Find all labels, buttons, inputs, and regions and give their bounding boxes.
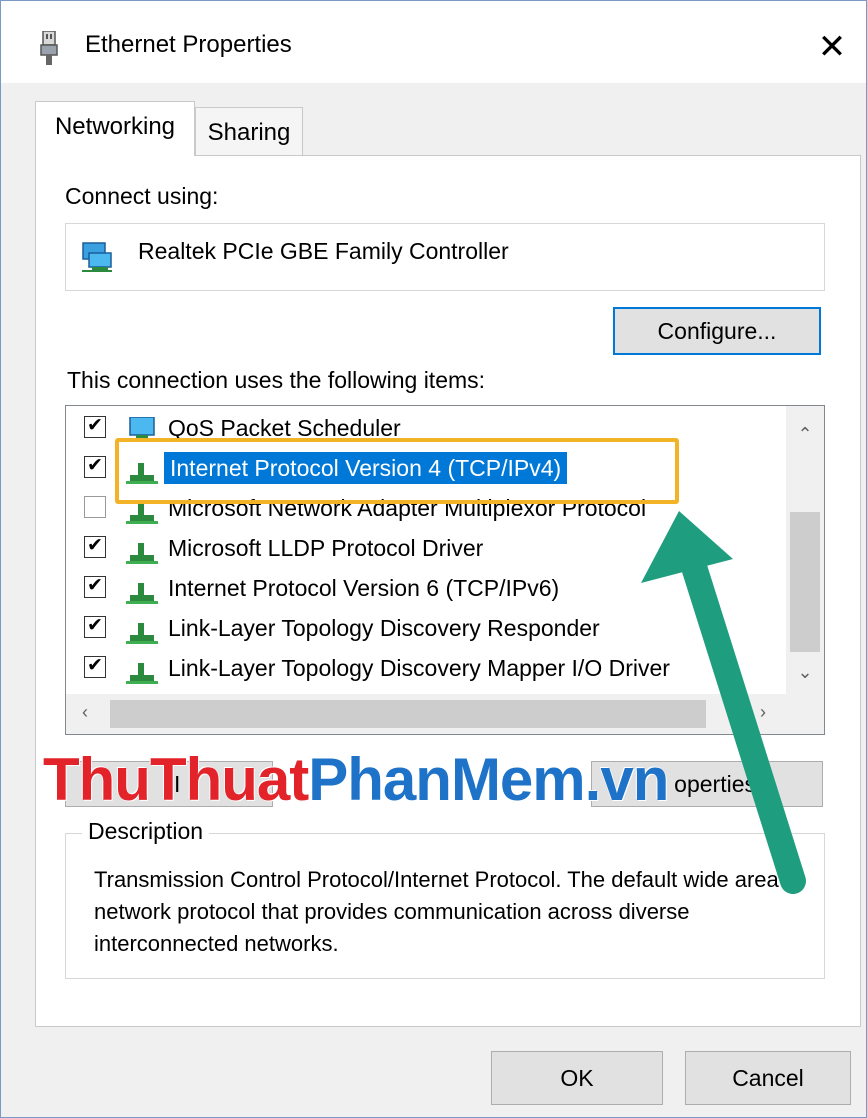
item-checkbox[interactable]: ✔: [84, 416, 106, 438]
items-label: This connection uses the following items…: [67, 367, 486, 393]
network-adapter-icon: [82, 242, 112, 272]
item-label: Link-Layer Topology Discovery Mapper I/O…: [168, 655, 670, 681]
configure-button[interactable]: Configure...: [613, 307, 821, 355]
ethernet-properties-dialog: Ethernet Properties ✕ Networking Sharing…: [0, 0, 867, 1118]
tab-networking[interactable]: Networking: [35, 101, 195, 156]
network-protocol-icon: [126, 663, 158, 684]
ok-button[interactable]: OK: [491, 1051, 663, 1105]
watermark-logo: ThuThuatPhanMem.vn: [43, 745, 669, 814]
green-arrow-annotation: [641, 511, 806, 894]
network-protocol-icon: [126, 623, 158, 644]
item-checkbox[interactable]: ✔: [84, 656, 106, 678]
close-button[interactable]: ✕: [798, 19, 866, 75]
tab-sharing[interactable]: Sharing: [195, 107, 303, 156]
horizontal-scroll-thumb[interactable]: [110, 700, 706, 728]
ethernet-plug-icon: [40, 31, 58, 65]
adapter-name: Realtek PCIe GBE Family Controller: [138, 238, 509, 264]
item-label: Microsoft LLDP Protocol Driver: [168, 535, 484, 561]
item-checkbox[interactable]: [84, 496, 106, 518]
item-label: Internet Protocol Version 6 (TCP/IPv6): [168, 575, 560, 601]
adapter-field: Realtek PCIe GBE Family Controller: [65, 223, 825, 291]
item-checkbox[interactable]: ✔: [84, 536, 106, 558]
watermark-part-1: ThuThuat: [43, 746, 309, 813]
title-bar: Ethernet Properties ✕: [1, 1, 866, 83]
description-legend: Description: [82, 818, 210, 845]
scroll-left-icon[interactable]: ‹: [70, 702, 100, 723]
item-checkbox[interactable]: ✔: [84, 456, 106, 478]
window-title: Ethernet Properties: [85, 31, 292, 58]
watermark-part-2: PhanMem: [308, 746, 585, 813]
item-checkbox[interactable]: ✔: [84, 616, 106, 638]
item-checkbox[interactable]: ✔: [84, 576, 106, 598]
cancel-button[interactable]: Cancel: [685, 1051, 851, 1105]
item-label: Link-Layer Topology Discovery Responder: [168, 615, 600, 641]
highlight-annotation: [115, 438, 679, 504]
network-protocol-icon: [126, 543, 158, 564]
network-protocol-icon: [126, 583, 158, 604]
connect-using-label: Connect using:: [65, 183, 219, 209]
scroll-up-icon[interactable]: ⌃: [786, 424, 824, 445]
